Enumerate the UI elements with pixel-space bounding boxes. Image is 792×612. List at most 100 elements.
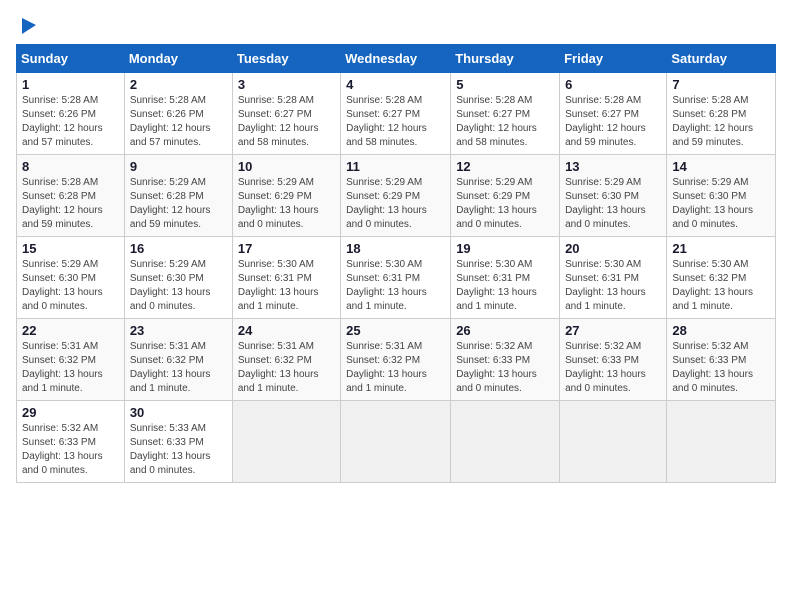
day-number: 23	[130, 323, 227, 338]
day-number: 21	[672, 241, 770, 256]
day-number: 26	[456, 323, 554, 338]
calendar-body: 1 Sunrise: 5:28 AM Sunset: 6:26 PM Daylig…	[17, 73, 776, 483]
calendar-header-tuesday: Tuesday	[232, 45, 340, 73]
calendar-cell: 25 Sunrise: 5:31 AM Sunset: 6:32 PM Dayli…	[341, 319, 451, 401]
day-number: 18	[346, 241, 445, 256]
calendar-cell: 19 Sunrise: 5:30 AM Sunset: 6:31 PM Dayli…	[451, 237, 560, 319]
day-info: Sunrise: 5:31 AM Sunset: 6:32 PM Dayligh…	[22, 340, 119, 396]
day-info: Sunrise: 5:29 AM Sunset: 6:28 PM Dayligh…	[130, 176, 227, 232]
day-number: 28	[672, 323, 770, 338]
day-info: Sunrise: 5:32 AM Sunset: 6:33 PM Dayligh…	[22, 422, 119, 478]
day-number: 10	[238, 159, 335, 174]
day-number: 16	[130, 241, 227, 256]
day-number: 14	[672, 159, 770, 174]
calendar-cell	[232, 401, 340, 483]
day-info: Sunrise: 5:29 AM Sunset: 6:29 PM Dayligh…	[238, 176, 335, 232]
calendar-header-saturday: Saturday	[667, 45, 776, 73]
day-info: Sunrise: 5:28 AM Sunset: 6:27 PM Dayligh…	[346, 94, 445, 150]
day-number: 7	[672, 77, 770, 92]
day-number: 6	[565, 77, 661, 92]
calendar-cell: 9 Sunrise: 5:29 AM Sunset: 6:28 PM Daylig…	[124, 155, 232, 237]
calendar-cell: 15 Sunrise: 5:29 AM Sunset: 6:30 PM Dayli…	[17, 237, 125, 319]
calendar-cell: 1 Sunrise: 5:28 AM Sunset: 6:26 PM Daylig…	[17, 73, 125, 155]
calendar-cell: 17 Sunrise: 5:30 AM Sunset: 6:31 PM Dayli…	[232, 237, 340, 319]
day-number: 12	[456, 159, 554, 174]
calendar-cell: 26 Sunrise: 5:32 AM Sunset: 6:33 PM Dayli…	[451, 319, 560, 401]
day-number: 9	[130, 159, 227, 174]
calendar-cell: 13Sunrise: 5:29 AM Sunset: 6:30 PM Dayli…	[560, 155, 667, 237]
logo	[16, 16, 36, 34]
day-number: 30	[130, 405, 227, 420]
calendar-cell: 30 Sunrise: 5:33 AM Sunset: 6:33 PM Dayli…	[124, 401, 232, 483]
day-info: Sunrise: 5:29 AM Sunset: 6:30 PM Dayligh…	[22, 258, 119, 314]
calendar-cell: 10 Sunrise: 5:29 AM Sunset: 6:29 PM Dayli…	[232, 155, 340, 237]
calendar-cell: 24 Sunrise: 5:31 AM Sunset: 6:32 PM Dayli…	[232, 319, 340, 401]
day-info: Sunrise: 5:32 AM Sunset: 6:33 PM Dayligh…	[456, 340, 554, 396]
day-info: Sunrise: 5:29 AM Sunset: 6:29 PM Dayligh…	[456, 176, 554, 232]
day-info: Sunrise: 5:30 AM Sunset: 6:31 PM Dayligh…	[456, 258, 554, 314]
day-number: 17	[238, 241, 335, 256]
calendar-cell: 6 Sunrise: 5:28 AM Sunset: 6:27 PM Daylig…	[560, 73, 667, 155]
day-number: 11	[346, 159, 445, 174]
day-info: Sunrise: 5:32 AM Sunset: 6:33 PM Dayligh…	[565, 340, 661, 396]
day-number: 29	[22, 405, 119, 420]
day-number: 3	[238, 77, 335, 92]
day-info: Sunrise: 5:30 AM Sunset: 6:31 PM Dayligh…	[346, 258, 445, 314]
calendar-cell: 20Sunrise: 5:30 AM Sunset: 6:31 PM Dayli…	[560, 237, 667, 319]
day-info: Sunrise: 5:28 AM Sunset: 6:27 PM Dayligh…	[565, 94, 661, 150]
calendar-cell	[451, 401, 560, 483]
calendar-cell: 23 Sunrise: 5:31 AM Sunset: 6:32 PM Dayli…	[124, 319, 232, 401]
day-info: Sunrise: 5:28 AM Sunset: 6:26 PM Dayligh…	[22, 94, 119, 150]
calendar-week-2: 8 Sunrise: 5:28 AM Sunset: 6:28 PM Daylig…	[17, 155, 776, 237]
calendar-header-thursday: Thursday	[451, 45, 560, 73]
calendar-cell: 29 Sunrise: 5:32 AM Sunset: 6:33 PM Dayli…	[17, 401, 125, 483]
calendar-cell: 18 Sunrise: 5:30 AM Sunset: 6:31 PM Dayli…	[341, 237, 451, 319]
day-number: 15	[22, 241, 119, 256]
calendar-week-5: 29 Sunrise: 5:32 AM Sunset: 6:33 PM Dayli…	[17, 401, 776, 483]
calendar-header-row: SundayMondayTuesdayWednesdayThursdayFrid…	[17, 45, 776, 73]
calendar-cell: 12 Sunrise: 5:29 AM Sunset: 6:29 PM Dayli…	[451, 155, 560, 237]
calendar-cell: 8 Sunrise: 5:28 AM Sunset: 6:28 PM Daylig…	[17, 155, 125, 237]
day-info: Sunrise: 5:30 AM Sunset: 6:31 PM Dayligh…	[238, 258, 335, 314]
calendar-cell: 27 Sunrise: 5:32 AM Sunset: 6:33 PM Dayli…	[560, 319, 667, 401]
day-info: Sunrise: 5:28 AM Sunset: 6:27 PM Dayligh…	[456, 94, 554, 150]
calendar-cell: 16 Sunrise: 5:29 AM Sunset: 6:30 PM Dayli…	[124, 237, 232, 319]
day-number: 4	[346, 77, 445, 92]
calendar-header-friday: Friday	[560, 45, 667, 73]
day-info: Sunrise: 5:28 AM Sunset: 6:27 PM Dayligh…	[238, 94, 335, 150]
calendar-cell: 11Sunrise: 5:29 AM Sunset: 6:29 PM Dayli…	[341, 155, 451, 237]
day-info: Sunrise: 5:28 AM Sunset: 6:26 PM Dayligh…	[130, 94, 227, 150]
calendar-week-1: 1 Sunrise: 5:28 AM Sunset: 6:26 PM Daylig…	[17, 73, 776, 155]
day-info: Sunrise: 5:31 AM Sunset: 6:32 PM Dayligh…	[130, 340, 227, 396]
day-number: 1	[22, 77, 119, 92]
calendar-cell: 22Sunrise: 5:31 AM Sunset: 6:32 PM Dayli…	[17, 319, 125, 401]
day-number: 24	[238, 323, 335, 338]
calendar-cell	[560, 401, 667, 483]
day-info: Sunrise: 5:28 AM Sunset: 6:28 PM Dayligh…	[22, 176, 119, 232]
logo-triangle-icon	[18, 16, 36, 34]
day-number: 2	[130, 77, 227, 92]
calendar-cell: 3 Sunrise: 5:28 AM Sunset: 6:27 PM Daylig…	[232, 73, 340, 155]
day-number: 19	[456, 241, 554, 256]
calendar-table: SundayMondayTuesdayWednesdayThursdayFrid…	[16, 44, 776, 483]
calendar-week-3: 15 Sunrise: 5:29 AM Sunset: 6:30 PM Dayli…	[17, 237, 776, 319]
day-info: Sunrise: 5:29 AM Sunset: 6:30 PM Dayligh…	[672, 176, 770, 232]
day-info: Sunrise: 5:28 AM Sunset: 6:28 PM Dayligh…	[672, 94, 770, 150]
calendar-cell: 7 Sunrise: 5:28 AM Sunset: 6:28 PM Daylig…	[667, 73, 776, 155]
calendar-cell: 28 Sunrise: 5:32 AM Sunset: 6:33 PM Dayli…	[667, 319, 776, 401]
day-number: 25	[346, 323, 445, 338]
day-number: 27	[565, 323, 661, 338]
day-info: Sunrise: 5:31 AM Sunset: 6:32 PM Dayligh…	[238, 340, 335, 396]
day-info: Sunrise: 5:29 AM Sunset: 6:30 PM Dayligh…	[130, 258, 227, 314]
day-info: Sunrise: 5:30 AM Sunset: 6:31 PM Dayligh…	[565, 258, 661, 314]
day-info: Sunrise: 5:33 AM Sunset: 6:33 PM Dayligh…	[130, 422, 227, 478]
day-number: 8	[22, 159, 119, 174]
calendar-cell: 4 Sunrise: 5:28 AM Sunset: 6:27 PM Daylig…	[341, 73, 451, 155]
calendar-cell: 2 Sunrise: 5:28 AM Sunset: 6:26 PM Daylig…	[124, 73, 232, 155]
day-info: Sunrise: 5:32 AM Sunset: 6:33 PM Dayligh…	[672, 340, 770, 396]
calendar-cell	[341, 401, 451, 483]
day-info: Sunrise: 5:30 AM Sunset: 6:32 PM Dayligh…	[672, 258, 770, 314]
calendar-cell: 21 Sunrise: 5:30 AM Sunset: 6:32 PM Dayli…	[667, 237, 776, 319]
day-info: Sunrise: 5:31 AM Sunset: 6:32 PM Dayligh…	[346, 340, 445, 396]
day-number: 13	[565, 159, 661, 174]
